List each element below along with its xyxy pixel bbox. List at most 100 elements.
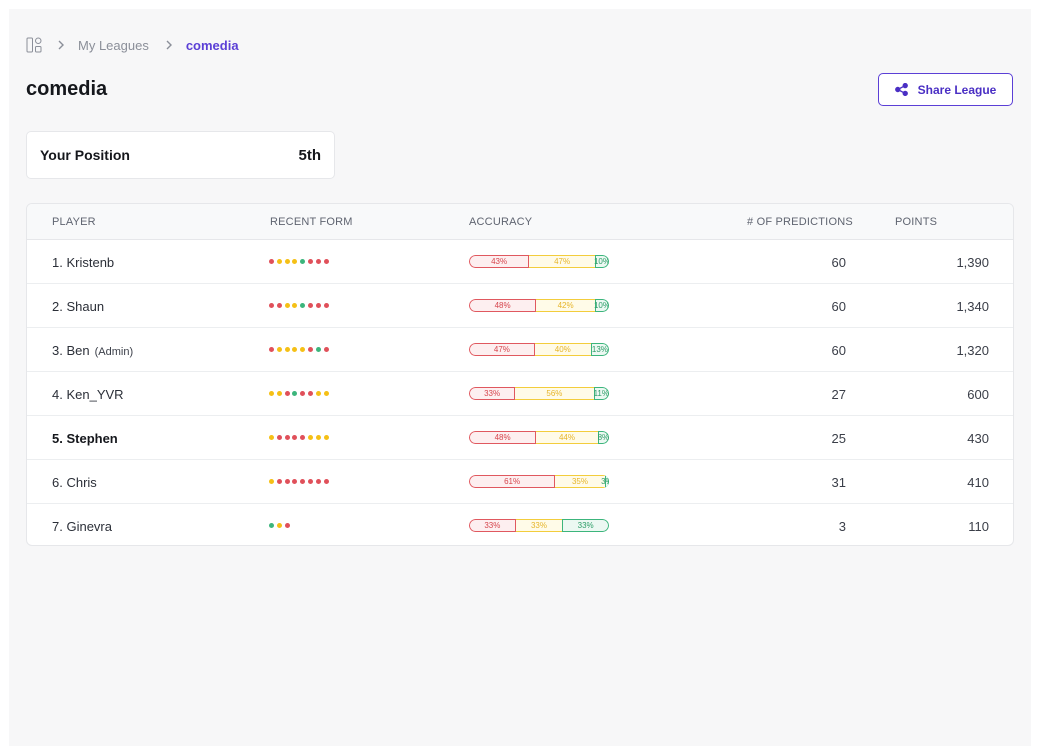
form-dot-red — [276, 479, 282, 484]
form-dot-red — [307, 347, 313, 352]
points-value: 110 — [968, 519, 989, 534]
form-dot-yellow — [269, 391, 274, 396]
form-dot-yellow — [284, 303, 290, 308]
form-dot-red — [276, 435, 282, 440]
form-dot-green — [300, 303, 306, 308]
recent-form — [269, 259, 331, 264]
breadcrumb-my-leagues[interactable]: My Leagues — [78, 38, 149, 53]
form-dot-red — [284, 523, 290, 528]
table-row[interactable]: 5. Stephen 48% 44% 8% 25 430 — [27, 416, 1013, 460]
header-player[interactable]: PLAYER — [52, 216, 96, 228]
accuracy-red-segment: 47% — [469, 343, 535, 356]
accuracy-bar: 47% 40% 13% — [469, 343, 609, 356]
form-dot-red — [300, 479, 306, 484]
form-dot-red — [284, 479, 290, 484]
form-dot-yellow — [284, 347, 290, 352]
predictions-count: 60 — [831, 343, 846, 358]
form-dot-red — [292, 435, 298, 440]
table-row[interactable]: 2. Shaun 48% 42% 10% 60 1,340 — [27, 284, 1013, 328]
predictions-count: 60 — [831, 255, 846, 270]
accuracy-green-segment: 3% — [601, 475, 609, 488]
form-dot-green — [269, 523, 274, 528]
header-accuracy[interactable]: ACCURACY — [469, 216, 532, 228]
player-name: 4. Ken_YVR — [52, 387, 124, 402]
table-row[interactable]: 4. Ken_YVR 33% 56% 11% 27 600 — [27, 372, 1013, 416]
form-dot-yellow — [315, 435, 321, 440]
form-dot-red — [315, 259, 321, 264]
accuracy-bar: 48% 42% 10% — [469, 299, 609, 312]
position-value: 5th — [298, 146, 322, 164]
table-row[interactable]: 7. Ginevra 33% 33% 33% 3 110 — [27, 504, 1013, 545]
table-row[interactable]: 3. Ben (Admin) 47% 40% 13% 60 1,320 — [27, 328, 1013, 372]
predictions-count: 25 — [831, 431, 846, 446]
accuracy-bar: 48% 44% 8% — [469, 431, 609, 444]
accuracy-green-segment: 11% — [593, 387, 609, 400]
recent-form — [269, 435, 331, 440]
player-label: Stephen — [66, 431, 118, 446]
grid-icon[interactable] — [26, 37, 42, 53]
points-value: 1,320 — [956, 343, 989, 358]
form-dot-red — [284, 435, 290, 440]
points-value: 1,340 — [956, 299, 989, 314]
player-name: 1. Kristenb — [52, 255, 114, 270]
form-dot-yellow — [284, 259, 290, 264]
form-dot-yellow — [323, 391, 329, 396]
player-name: 6. Chris — [52, 475, 97, 490]
header-recent-form[interactable]: RECENT FORM — [270, 216, 353, 228]
accuracy-bar: 33% 33% 33% — [469, 519, 609, 532]
form-dot-green — [300, 259, 306, 264]
form-dot-yellow — [276, 391, 282, 396]
form-dot-yellow — [300, 347, 306, 352]
points-value: 410 — [967, 475, 989, 490]
form-dot-yellow — [276, 347, 282, 352]
form-dot-red — [276, 303, 282, 308]
form-dot-yellow — [292, 347, 298, 352]
header-predictions[interactable]: # OF PREDICTIONS — [747, 216, 853, 228]
form-dot-red — [292, 479, 298, 484]
recent-form — [269, 303, 331, 308]
player-rank: 2. — [52, 299, 63, 314]
form-dot-red — [307, 259, 313, 264]
recent-form — [269, 479, 331, 484]
share-league-button[interactable]: Share League — [878, 73, 1013, 106]
player-label: Chris — [66, 475, 97, 490]
breadcrumb: My Leagues comedia — [26, 37, 239, 53]
player-name: 3. Ben (Admin) — [52, 343, 133, 358]
form-dot-red — [323, 347, 329, 352]
form-dot-yellow — [323, 435, 329, 440]
player-name: 5. Stephen — [52, 431, 118, 446]
page-title: comedia — [26, 78, 108, 100]
position-card: Your Position 5th — [26, 131, 335, 179]
form-dot-red — [307, 303, 313, 308]
share-icon — [894, 83, 908, 96]
accuracy-yellow-segment: 44% — [536, 431, 598, 444]
page: My Leagues comedia comedia Share League … — [9, 9, 1031, 746]
accuracy-red-segment: 61% — [469, 475, 556, 488]
accuracy-red-segment: 48% — [469, 431, 537, 444]
header-points[interactable]: POINTS — [895, 216, 937, 228]
form-dot-red — [307, 479, 313, 484]
table-row[interactable]: 6. Chris 61%35%3% 31 410 — [27, 460, 1013, 504]
player-label: Ken_YVR — [66, 387, 124, 402]
accuracy-green-segment: 8% — [597, 431, 609, 444]
table-row[interactable]: 1. Kristenb 43% 47% 10% 60 1,390 — [27, 240, 1013, 284]
form-dot-red — [323, 259, 329, 264]
accuracy-green-segment: 10% — [593, 255, 609, 268]
form-dot-red — [269, 259, 274, 264]
accuracy-red-segment: 48% — [469, 299, 537, 312]
form-dot-yellow — [276, 259, 282, 264]
player-rank: 6. — [52, 475, 63, 490]
accuracy-red-segment: 43% — [469, 255, 530, 268]
form-dot-green — [315, 347, 321, 352]
recent-form — [269, 523, 292, 528]
player-rank: 3. — [52, 343, 63, 358]
form-dot-yellow — [292, 259, 298, 264]
form-dot-yellow — [315, 391, 321, 396]
accuracy-yellow-segment: 35% — [555, 475, 605, 488]
player-name: 2. Shaun — [52, 299, 104, 314]
accuracy-red-segment: 33% — [469, 387, 516, 400]
chevron-right-icon — [58, 40, 64, 50]
accuracy-bar: 61%35%3% — [469, 475, 609, 488]
form-dot-yellow — [276, 523, 282, 528]
form-dot-yellow — [292, 303, 298, 308]
